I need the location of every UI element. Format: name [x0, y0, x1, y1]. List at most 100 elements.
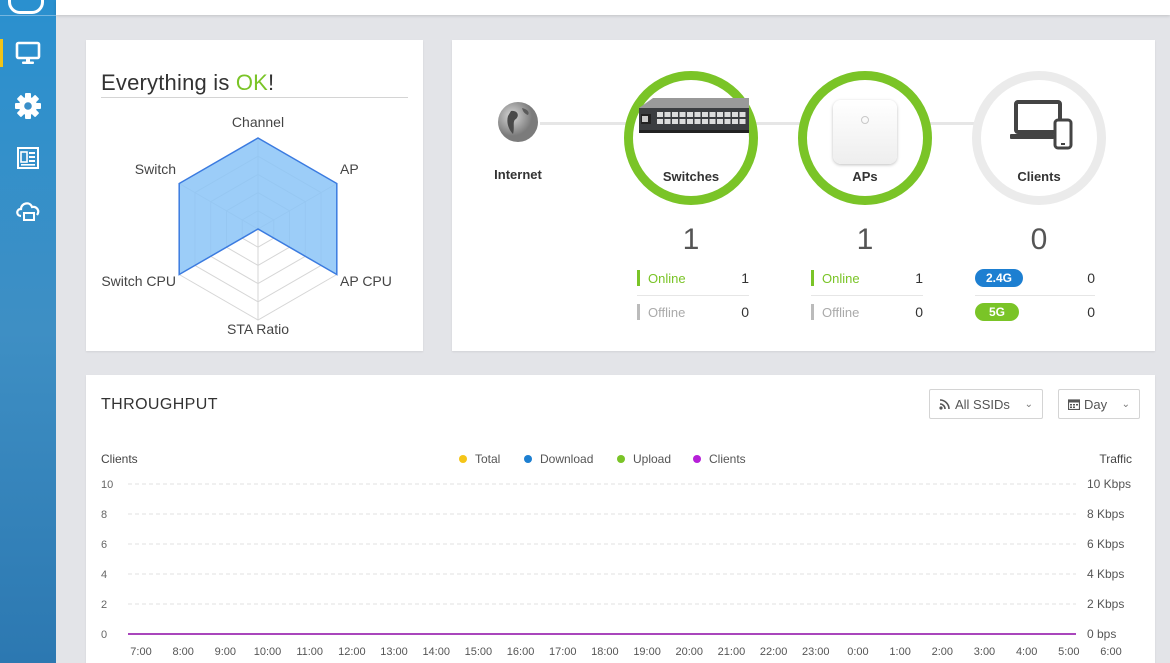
internet-label: Internet: [494, 167, 542, 182]
clients-node[interactable]: Clients: [972, 71, 1106, 205]
y-tick-label: 0: [101, 629, 107, 641]
switch-port: [687, 119, 693, 124]
x-tick-label: 0:00: [847, 646, 868, 658]
nav-dashboard[interactable]: [0, 31, 56, 75]
y-tick-label: 8: [101, 509, 107, 521]
legend-label-clients[interactable]: Clients: [709, 452, 746, 466]
switches-count: 1: [682, 223, 700, 256]
switch-port: [657, 112, 663, 117]
switch-port: [739, 112, 746, 117]
radar-label-sta-ratio: STA Ratio: [227, 321, 289, 337]
clients-5g-value: 0: [1087, 304, 1095, 320]
x-tick-label: 14:00: [422, 646, 450, 658]
x-tick-label: 11:00: [296, 646, 323, 658]
switch-port: [694, 119, 701, 124]
x-tick-label: 8:00: [172, 646, 193, 658]
aps-row-divider: [811, 295, 923, 296]
switch-port: [657, 119, 663, 124]
switch-port: [687, 112, 693, 117]
y-tick-label: 2: [101, 599, 107, 611]
x-tick-label: 18:00: [591, 646, 619, 658]
cloud-icon: [16, 202, 40, 221]
title-divider: [101, 97, 408, 98]
aps-label: APs: [852, 169, 878, 184]
y-tick-label: 4: [101, 569, 107, 581]
x-tick-label: 15:00: [465, 646, 493, 658]
x-tick-label: 10:00: [254, 646, 282, 658]
clients-5g-row: 5G 0: [975, 301, 1095, 323]
nav-cloud[interactable]: [0, 188, 56, 232]
aps-online-label: Online: [822, 270, 860, 286]
switch-port: [732, 119, 738, 124]
sidebar-divider: [0, 15, 56, 16]
switch-port: [717, 112, 723, 117]
throughput-chart: Clients Traffic Total Download Upload Clien…: [101, 452, 1132, 658]
aps-online-row: Online 1: [811, 267, 923, 289]
x-tick-label: 21:00: [718, 646, 746, 658]
switch-port: [709, 112, 716, 117]
y2-tick-label: 2 Kbps: [1087, 597, 1124, 611]
health-title: Everything is OK!: [101, 70, 275, 95]
switch-port: [672, 119, 678, 124]
legend-label-total[interactable]: Total: [475, 452, 500, 466]
radar-label-channel: Channel: [232, 114, 284, 130]
x-tick-label: 20:00: [675, 646, 703, 658]
clients-count: 0: [1030, 223, 1048, 256]
clients-24g-row: 2.4G 0: [975, 267, 1095, 289]
nav-logs[interactable]: [0, 136, 56, 180]
switch-port: [679, 112, 686, 117]
globe-icon: [498, 102, 538, 142]
throughput-card: THROUGHPUT All SSIDs ⌄ Day ⌄ Clients Tra…: [86, 375, 1155, 663]
switches-offline-label: Offline: [648, 304, 686, 320]
switches-online-row: Online 1: [637, 267, 749, 289]
y2-tick-label: 8 Kbps: [1087, 507, 1124, 521]
radar-label-ap-cpu: AP CPU: [340, 273, 392, 289]
x-tick-label: 6:00: [1100, 646, 1121, 658]
x-tick-label: 9:00: [215, 646, 236, 658]
switches-label: Switches: [662, 169, 720, 184]
y2-tick-label: 6 Kbps: [1087, 537, 1124, 551]
switch-port: [739, 119, 746, 124]
sidebar: [0, 0, 56, 663]
switch-port: [732, 112, 738, 117]
x-tick-label: 19:00: [633, 646, 661, 658]
x-tick-label: 2:00: [932, 646, 953, 658]
radar-label-switch: Switch: [135, 161, 176, 177]
switch-port: [717, 119, 723, 124]
x-tick-label: 12:00: [338, 646, 366, 658]
x-tick-label: 23:00: [802, 646, 830, 658]
nav-settings[interactable]: [0, 84, 56, 128]
legend-label-upload[interactable]: Upload: [633, 452, 671, 466]
top-bar: [56, 0, 1170, 15]
y-tick-label: 10: [101, 479, 113, 491]
laptop-phone-icon: [1010, 100, 1073, 150]
switches-node[interactable]: Switches: [624, 71, 758, 205]
aps-node[interactable]: APs: [798, 71, 932, 205]
legend-marker-total: [459, 455, 467, 463]
band-24g-pill: 2.4G: [975, 269, 1024, 287]
health-card: Everything is OK! Channel AP AP CPU STA …: [86, 40, 423, 351]
switch-port: [664, 119, 671, 124]
band-5g-pill: 5G: [975, 303, 1020, 321]
topology-card: Internet Switches 1 Online 1 Offline 0 APs…: [452, 40, 1155, 351]
aps-online-value: 1: [915, 270, 923, 286]
x-tick-label: 22:00: [760, 646, 788, 658]
x-tick-label: 3:00: [974, 646, 995, 658]
switch-port: [724, 112, 731, 117]
logo[interactable]: [8, 0, 44, 14]
switches-online-label: Online: [648, 270, 686, 286]
x-tick-label: 5:00: [1058, 646, 1079, 658]
aps-offline-label: Offline: [822, 304, 860, 320]
aps-count: 1: [856, 223, 874, 256]
x-tick-label: 4:00: [1016, 646, 1037, 658]
radar-label-switch-cpu: Switch CPU: [101, 273, 176, 289]
switch-port: [672, 112, 678, 117]
left-axis-label: Clients: [101, 452, 138, 466]
health-status: OK: [235, 70, 269, 95]
switch-port: [709, 119, 716, 124]
legend-marker-clients: [693, 455, 701, 463]
legend-label-download[interactable]: Download: [540, 452, 593, 466]
switches-online-value: 1: [741, 270, 749, 286]
legend-marker-download: [524, 455, 532, 463]
gear-icon: [15, 93, 41, 119]
